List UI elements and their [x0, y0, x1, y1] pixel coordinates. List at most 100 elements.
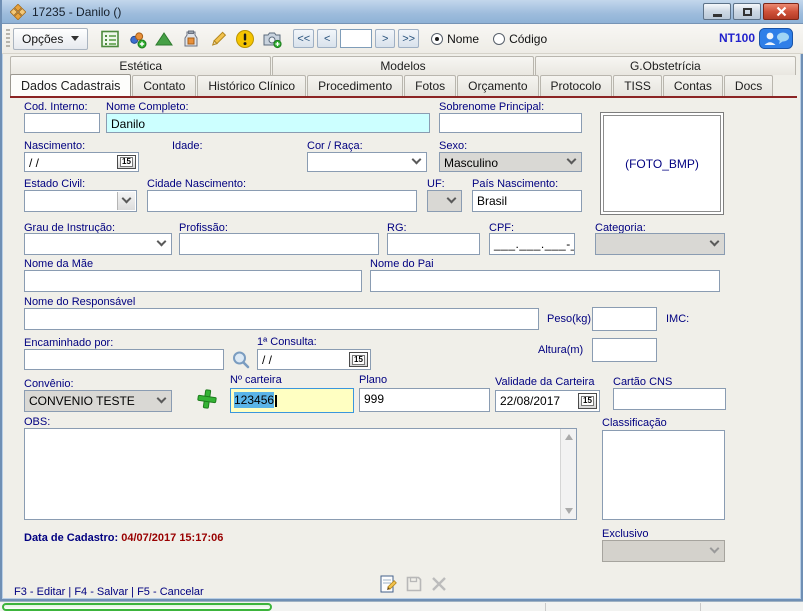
- minimize-button[interactable]: [703, 3, 731, 20]
- nome-responsavel-label: Nome do Responsável: [24, 296, 135, 308]
- nome-completo-field[interactable]: Danilo: [106, 113, 430, 133]
- convenio-select[interactable]: CONVENIO TESTE: [24, 390, 172, 412]
- obs-textarea[interactable]: [24, 428, 577, 520]
- radio-codigo[interactable]: Código: [493, 32, 547, 46]
- cartao-cns-field[interactable]: [613, 388, 726, 410]
- cod-interno-label: Cod. Interno:: [24, 101, 88, 113]
- cor-raca-select[interactable]: [307, 152, 427, 172]
- nascimento-calendar-button[interactable]: 15: [117, 155, 136, 169]
- sexo-select[interactable]: Masculino: [439, 152, 582, 172]
- obs-label: OBS:: [24, 416, 50, 428]
- toolbar-grip[interactable]: [6, 29, 10, 49]
- tab-fotos[interactable]: Fotos: [404, 75, 456, 96]
- encaminhado-field[interactable]: [24, 349, 224, 370]
- cpf-field[interactable]: ___.___.___-__: [489, 233, 575, 255]
- tab-contato[interactable]: Contato: [132, 75, 196, 96]
- tab-protocolo[interactable]: Protocolo: [540, 75, 613, 96]
- nome-pai-field[interactable]: [370, 270, 720, 292]
- pencil-icon: [208, 29, 228, 49]
- photo-capture-button[interactable]: [258, 27, 285, 51]
- altura-field[interactable]: [592, 338, 657, 362]
- medication-button[interactable]: [123, 27, 150, 51]
- peso-field[interactable]: [592, 307, 657, 331]
- tab-tiss[interactable]: TISS: [613, 75, 662, 96]
- radio-nome[interactable]: Nome: [431, 32, 479, 46]
- validade-carteira-field[interactable]: 22/08/2017 15: [495, 390, 600, 412]
- tab-procedimento[interactable]: Procedimento: [307, 75, 403, 96]
- rg-field[interactable]: [387, 233, 480, 255]
- photo-placeholder: (FOTO_BMP): [603, 115, 721, 212]
- photo-frame[interactable]: (FOTO_BMP): [600, 112, 724, 215]
- obs-scrollbar[interactable]: [560, 429, 576, 519]
- edit-record-button[interactable]: [378, 574, 398, 594]
- tab-historico-clinico[interactable]: Histórico Clínico: [197, 75, 306, 96]
- screen: 17235 - Danilo () Opções: [0, 0, 803, 611]
- close-button[interactable]: [763, 3, 799, 20]
- tab-gobstetricia[interactable]: G.Obstetrícia: [535, 56, 796, 75]
- background-taskbar-strip: [0, 601, 803, 611]
- categoria-select[interactable]: [595, 233, 725, 255]
- nascimento-field[interactable]: / / 15: [24, 152, 139, 172]
- classificacao-listbox[interactable]: [602, 430, 725, 520]
- nav-last-button[interactable]: >>: [398, 29, 419, 48]
- nome-responsavel-field[interactable]: [24, 308, 539, 330]
- nome-mae-field[interactable]: [24, 270, 362, 292]
- edit-button[interactable]: [204, 27, 231, 51]
- record-number-input[interactable]: [340, 29, 372, 48]
- section-tabs: Dados Cadastrais Contato Histórico Clíni…: [10, 75, 774, 96]
- titlebar[interactable]: 17235 - Danilo (): [2, 0, 803, 24]
- version-label: NT100: [719, 31, 755, 45]
- tab-docs[interactable]: Docs: [724, 75, 773, 96]
- nome-completo-label: Nome Completo:: [106, 101, 189, 113]
- chevron-down-icon: [710, 544, 720, 554]
- sobrenome-field[interactable]: [439, 113, 582, 133]
- alert-button[interactable]: [231, 27, 258, 51]
- nav-first-button[interactable]: <<: [293, 29, 314, 48]
- radio-codigo-label: Código: [509, 32, 547, 46]
- pais-nascimento-field[interactable]: Brasil: [472, 190, 582, 212]
- chevron-down-icon: [710, 237, 720, 247]
- grau-instrucao-select[interactable]: [24, 233, 172, 255]
- nome-mae-label: Nome da Mãe: [24, 258, 93, 270]
- cidade-nascimento-label: Cidade Nascimento:: [147, 178, 246, 190]
- estado-civil-dropdown-button[interactable]: [117, 192, 135, 210]
- calendar-icon: 15: [352, 355, 365, 365]
- plano-field[interactable]: 999: [359, 388, 490, 412]
- text-caret: [275, 395, 277, 407]
- patient-record-button[interactable]: [96, 27, 123, 51]
- cancel-record-button[interactable]: [429, 574, 449, 594]
- triangle-button[interactable]: [150, 27, 177, 51]
- save-record-button[interactable]: [404, 574, 424, 594]
- tab-contas[interactable]: Contas: [663, 75, 723, 96]
- sexo-label: Sexo:: [439, 140, 467, 152]
- estado-civil-select[interactable]: [24, 190, 137, 212]
- profissao-field[interactable]: [179, 233, 379, 255]
- uf-select[interactable]: [427, 190, 462, 212]
- primeira-consulta-calendar-button[interactable]: 15: [349, 352, 368, 367]
- scroll-down-icon[interactable]: [565, 508, 573, 514]
- nav-prev-button[interactable]: <: [317, 29, 337, 48]
- scroll-up-icon[interactable]: [565, 434, 573, 440]
- tab-orcamento[interactable]: Orçamento: [457, 75, 538, 96]
- uf-label: UF:: [427, 178, 445, 190]
- tab-estetica[interactable]: Estética: [10, 56, 271, 75]
- tab-modelos[interactable]: Modelos: [272, 56, 533, 75]
- window-title: 17235 - Danilo (): [32, 5, 121, 19]
- data-cadastro: Data de Cadastro: 04/07/2017 15:17:06: [24, 532, 223, 544]
- cidade-nascimento-field[interactable]: [147, 190, 417, 212]
- num-carteira-label: Nº carteira: [230, 374, 282, 386]
- tab-dados-cadastrais[interactable]: Dados Cadastrais: [10, 74, 131, 96]
- contact-chat-icon[interactable]: [759, 28, 793, 49]
- pharmacy-button[interactable]: [177, 27, 204, 51]
- cod-interno-field[interactable]: [24, 113, 100, 133]
- search-icon[interactable]: [231, 350, 251, 370]
- maximize-button[interactable]: [733, 3, 761, 20]
- options-label: Opções: [22, 32, 63, 46]
- options-button[interactable]: Opções: [13, 28, 88, 50]
- taskbar-active-item[interactable]: [2, 603, 272, 611]
- validade-calendar-button[interactable]: 15: [578, 393, 597, 409]
- primeira-consulta-field[interactable]: / / 15: [257, 349, 371, 370]
- add-convenio-icon[interactable]: [196, 388, 218, 410]
- nav-next-button[interactable]: >: [375, 29, 395, 48]
- num-carteira-field[interactable]: 123456: [230, 388, 354, 413]
